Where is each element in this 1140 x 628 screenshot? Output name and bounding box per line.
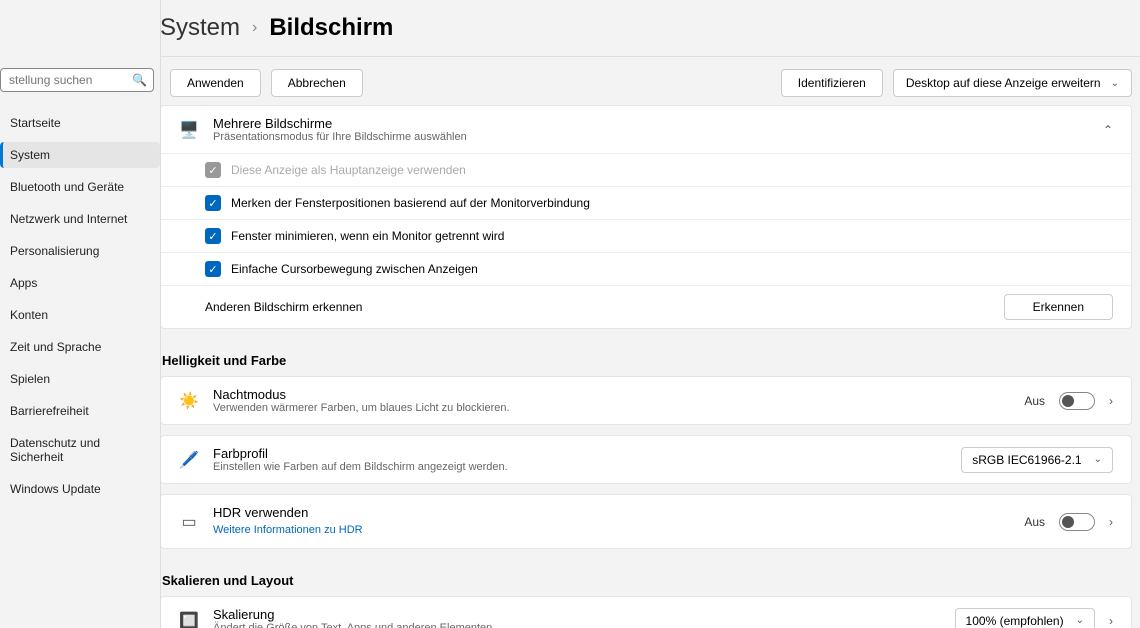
easy-cursor-label: Einfache Cursorbewegung zwischen Anzeige… — [231, 262, 1113, 276]
scaling-title: Skalierung — [213, 607, 495, 622]
hdr-title: HDR verwenden — [213, 505, 363, 520]
hdr-panel[interactable]: ▭ HDR verwenden Weitere Informationen zu… — [160, 494, 1132, 549]
colorprofile-subtitle: Einstellen wie Farben auf dem Bildschirm… — [213, 461, 508, 473]
sidebar-nav: Startseite System Bluetooth und Geräte N… — [0, 110, 160, 502]
detect-display-row: Anderen Bildschirm erkennen Erkennen — [161, 285, 1131, 328]
sidebar-item-apps[interactable]: Apps — [0, 270, 160, 296]
identify-button[interactable]: Identifizieren — [781, 69, 883, 97]
search-input[interactable] — [9, 73, 145, 87]
nightmode-state: Aus — [1024, 394, 1045, 408]
scale-section-title: Skalieren und Layout — [160, 559, 1132, 596]
hdr-state: Aus — [1024, 515, 1045, 529]
search-input-container[interactable]: 🔍 — [0, 68, 154, 92]
scaling-subtitle: Ändert die Größe von Text, Apps und ande… — [213, 622, 495, 628]
hdr-link[interactable]: Weitere Informationen zu HDR — [213, 524, 363, 536]
page-title: Bildschirm — [269, 14, 393, 42]
minimize-windows-label: Fenster minimieren, wenn ein Monitor get… — [231, 229, 1113, 243]
sidebar-item-windowsupdate[interactable]: Windows Update — [0, 476, 160, 502]
hdr-icon: ▭ — [179, 512, 199, 532]
nightmode-panel[interactable]: ☀️ Nachtmodus Verwenden wärmerer Farben,… — [160, 376, 1132, 425]
sidebar-item-zeit[interactable]: Zeit und Sprache — [0, 334, 160, 360]
primary-display-option: ✓ Diese Anzeige als Hauptanzeige verwend… — [161, 153, 1131, 186]
sidebar-item-bluetooth[interactable]: Bluetooth und Geräte — [0, 174, 160, 200]
detect-display-label: Anderen Bildschirm erkennen — [205, 300, 994, 314]
checkbox-icon[interactable]: ✓ — [205, 261, 221, 277]
multiple-displays-header[interactable]: 🖥️ Mehrere Bildschirme Präsentationsmodu… — [161, 106, 1131, 153]
chevron-up-icon: ⌃ — [1103, 123, 1113, 137]
remember-positions-label: Merken der Fensterpositionen basierend a… — [231, 196, 1113, 210]
nightmode-title: Nachtmodus — [213, 387, 510, 402]
hdr-toggle[interactable] — [1059, 513, 1095, 531]
sidebar-item-startseite[interactable]: Startseite — [0, 110, 160, 136]
colorprofile-panel: 🖊️ Farbprofil Einstellen wie Farben auf … — [160, 435, 1132, 484]
chevron-down-icon: ⌄ — [1111, 78, 1119, 89]
checkbox-icon[interactable]: ✓ — [205, 195, 221, 211]
nightmode-toggle[interactable] — [1059, 392, 1095, 410]
multiple-displays-title: Mehrere Bildschirme — [213, 116, 467, 131]
scaling-value: 100% (empfohlen) — [966, 614, 1064, 628]
colorprofile-value: sRGB IEC61966-2.1 — [972, 453, 1081, 467]
top-button-row: Anwenden Abbrechen Identifizieren Deskto… — [160, 57, 1132, 105]
pen-icon: 🖊️ — [179, 450, 199, 470]
nightmode-subtitle: Verwenden wärmerer Farben, um blaues Lic… — [213, 402, 510, 414]
sidebar-item-system[interactable]: System — [0, 142, 160, 168]
apply-button[interactable]: Anwenden — [170, 69, 261, 97]
brightness-section-title: Helligkeit und Farbe — [160, 339, 1132, 376]
chevron-down-icon: ⌄ — [1076, 615, 1084, 626]
displays-icon: 🖥️ — [179, 120, 199, 140]
colorprofile-title: Farbprofil — [213, 446, 508, 461]
multiple-displays-subtitle: Präsentationsmodus für Ihre Bildschirme … — [213, 131, 467, 143]
scale-icon: 🔲 — [179, 611, 199, 628]
sidebar-item-konten[interactable]: Konten — [0, 302, 160, 328]
chevron-right-icon: › — [252, 19, 257, 37]
sidebar-item-spielen[interactable]: Spielen — [0, 366, 160, 392]
remember-positions-option[interactable]: ✓ Merken der Fensterpositionen basierend… — [161, 186, 1131, 219]
minimize-windows-option[interactable]: ✓ Fenster minimieren, wenn ein Monitor g… — [161, 219, 1131, 252]
cancel-button[interactable]: Abbrechen — [271, 69, 363, 97]
primary-display-label: Diese Anzeige als Hauptanzeige verwenden — [231, 163, 1113, 177]
chevron-right-icon: › — [1109, 394, 1113, 408]
extend-display-dropdown[interactable]: Desktop auf diese Anzeige erweitern ⌄ — [893, 69, 1132, 97]
main-content: System › Bildschirm Anwenden Abbrechen I… — [160, 0, 1140, 628]
sidebar-item-barrierefreiheit[interactable]: Barrierefreiheit — [0, 398, 160, 424]
colorprofile-select[interactable]: sRGB IEC61966-2.1 ⌄ — [961, 447, 1113, 473]
checkbox-icon[interactable]: ✓ — [205, 228, 221, 244]
extend-display-label: Desktop auf diese Anzeige erweitern — [906, 76, 1101, 90]
checkbox-icon: ✓ — [205, 162, 221, 178]
chevron-down-icon: ⌄ — [1094, 454, 1102, 465]
scaling-panel[interactable]: 🔲 Skalierung Ändert die Größe von Text, … — [160, 596, 1132, 628]
chevron-right-icon: › — [1109, 515, 1113, 529]
sun-icon: ☀️ — [179, 391, 199, 411]
sidebar-item-netzwerk[interactable]: Netzwerk und Internet — [0, 206, 160, 232]
sidebar-item-personalisierung[interactable]: Personalisierung — [0, 238, 160, 264]
scaling-select[interactable]: 100% (empfohlen) ⌄ — [955, 608, 1095, 628]
breadcrumb-parent[interactable]: System — [160, 14, 240, 42]
chevron-right-icon: › — [1109, 614, 1113, 628]
recognize-button[interactable]: Erkennen — [1004, 294, 1113, 320]
breadcrumb: System › Bildschirm — [160, 0, 1140, 56]
sidebar: 🔍 Startseite System Bluetooth und Geräte… — [0, 0, 160, 628]
multiple-displays-panel: 🖥️ Mehrere Bildschirme Präsentationsmodu… — [160, 105, 1132, 329]
sidebar-item-datenschutz[interactable]: Datenschutz und Sicherheit — [0, 430, 160, 470]
search-icon: 🔍 — [132, 73, 147, 87]
easy-cursor-option[interactable]: ✓ Einfache Cursorbewegung zwischen Anzei… — [161, 252, 1131, 285]
